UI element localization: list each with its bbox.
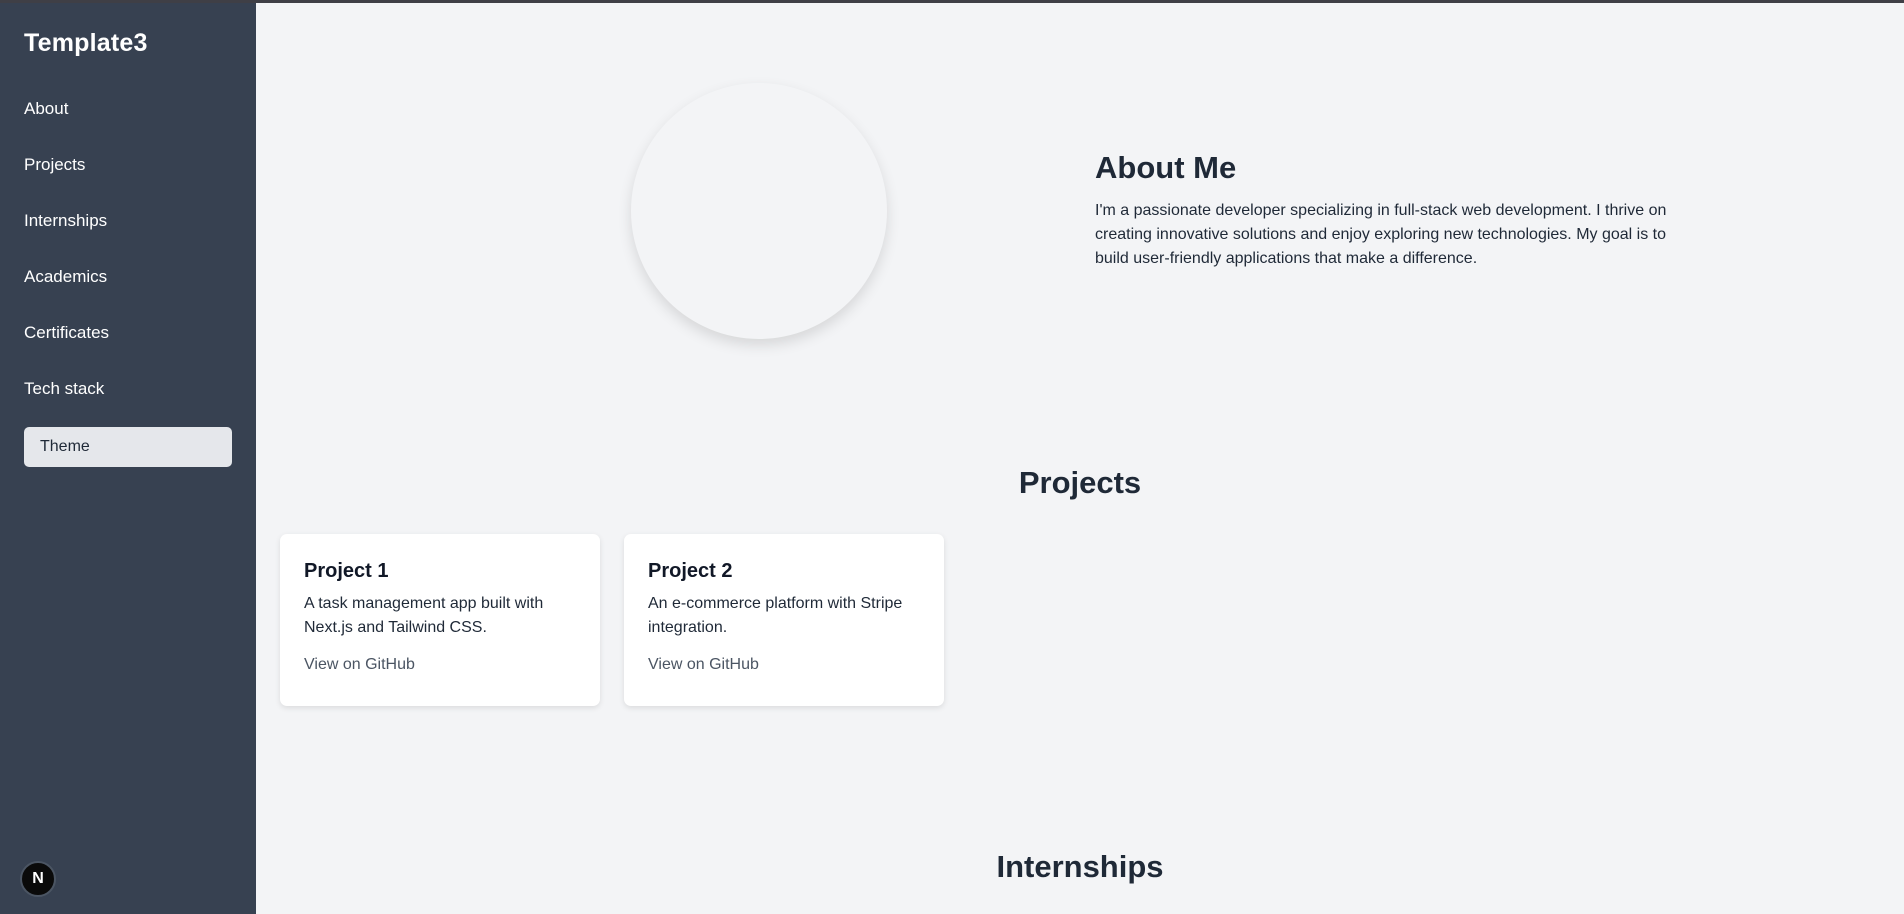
sidebar: Template3 About Projects Internships Aca… <box>0 3 256 914</box>
sidebar-item-tech-stack[interactable]: Tech stack <box>24 378 232 434</box>
sidebar-item-about[interactable]: About <box>24 98 232 154</box>
sidebar-nav: About Projects Internships Academics Cer… <box>24 98 232 434</box>
sidebar-item-internships[interactable]: Internships <box>24 210 232 266</box>
github-link[interactable]: View on GitHub <box>648 656 920 674</box>
github-link[interactable]: View on GitHub <box>304 656 576 674</box>
project-description: An e-commerce platform with Stripe integ… <box>648 595 903 636</box>
project-card: Project 1 A task management app built wi… <box>280 534 600 706</box>
internships-title: Internships <box>996 849 1164 884</box>
project-card: Project 2 An e-commerce platform with St… <box>624 534 944 706</box>
about-text: I'm a passionate developer specializing … <box>1095 202 1667 267</box>
project-description: A task management app built with Next.js… <box>304 595 544 636</box>
project-title: Project 1 <box>304 560 389 582</box>
theme-button[interactable]: Theme <box>24 427 232 467</box>
brand-title: Template3 <box>24 29 148 57</box>
nextjs-logo-icon[interactable]: N <box>20 861 56 897</box>
main-content: About Me I'm a passionate developer spec… <box>256 3 1904 914</box>
projects-title: Projects <box>1018 465 1142 500</box>
sidebar-item-certificates[interactable]: Certificates <box>24 322 232 378</box>
avatar <box>631 83 887 339</box>
about-title: About Me <box>1095 150 1237 185</box>
project-title: Project 2 <box>648 560 733 582</box>
sidebar-item-projects[interactable]: Projects <box>24 154 232 210</box>
sidebar-item-academics[interactable]: Academics <box>24 266 232 322</box>
